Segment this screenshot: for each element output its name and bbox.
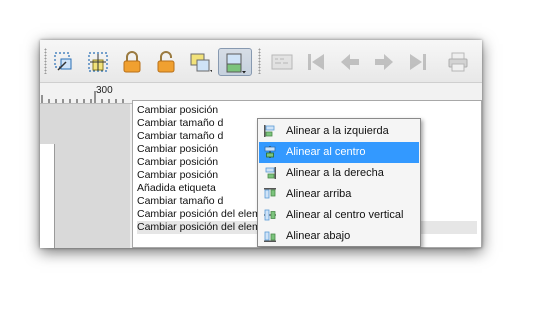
menu-item-align-top[interactable]: Alinear arriba <box>259 184 419 205</box>
align-right-icon <box>265 167 276 179</box>
first-feature-icon <box>308 54 324 70</box>
previous-feature-button[interactable] <box>336 48 364 76</box>
menu-item-label: Alinear a la derecha <box>286 167 384 179</box>
move-item-content-button[interactable] <box>84 48 112 76</box>
history-item[interactable]: Cambiar posición <box>137 104 218 117</box>
lock-button[interactable] <box>118 48 146 76</box>
align-dropdown-menu: Alinear a la izquierda Alinear al centro… <box>257 118 421 247</box>
print-icon <box>448 52 468 72</box>
menu-item-label: Alinear al centro <box>286 146 366 158</box>
next-feature-button[interactable] <box>370 48 398 76</box>
align-items-icon <box>226 53 246 74</box>
align-vcenter-icon <box>264 209 276 221</box>
history-item[interactable]: Cambiar posición <box>137 143 218 156</box>
align-bottom-icon <box>264 231 276 242</box>
next-feature-icon <box>375 54 393 70</box>
composer-window: 300 Cambiar posición Cambiar tamaño d Ca… <box>40 40 482 248</box>
history-item[interactable]: Cambiar tamaño d <box>137 117 223 130</box>
menu-item-label: Alinear arriba <box>286 188 352 200</box>
move-item-content-icon <box>88 52 108 72</box>
history-item[interactable]: Añadida etiqueta <box>137 182 216 195</box>
toolbar-separator-grip[interactable] <box>258 48 261 74</box>
toolbar <box>40 40 482 83</box>
composition-page <box>40 144 55 248</box>
align-center-icon <box>264 146 276 158</box>
menu-item-label: Alinear abajo <box>286 230 351 242</box>
align-top-icon <box>264 188 276 199</box>
menu-item-align-center[interactable]: Alinear al centro <box>259 142 419 163</box>
print-atlas-button[interactable] <box>444 48 472 76</box>
history-item[interactable]: Cambiar posición <box>137 169 218 182</box>
history-item[interactable]: Cambiar tamaño d <box>137 195 223 208</box>
menu-item-label: Alinear al centro vertical <box>286 209 404 221</box>
toolbar-grip[interactable] <box>44 48 47 74</box>
menu-item-label: Alinear a la izquierda <box>286 125 389 137</box>
atlas-preview-icon <box>271 54 293 70</box>
ruler-ticks <box>41 91 124 103</box>
history-item[interactable]: Cambiar tamaño d <box>137 130 223 143</box>
unlock-icon <box>157 51 175 73</box>
select-move-item-icon <box>54 52 72 71</box>
group-items-button[interactable] <box>186 48 214 76</box>
last-feature-button[interactable] <box>404 48 432 76</box>
menu-item-align-vcenter[interactable]: Alinear al centro vertical <box>259 205 419 226</box>
atlas-preview-button[interactable] <box>268 48 296 76</box>
select-move-item-button[interactable] <box>50 48 78 76</box>
unlock-button[interactable] <box>152 48 180 76</box>
menu-item-align-right[interactable]: Alinear a la derecha <box>259 163 419 184</box>
composition-canvas[interactable] <box>40 104 130 248</box>
group-items-icon <box>190 53 212 72</box>
last-feature-icon <box>410 54 426 70</box>
align-items-button[interactable] <box>218 48 252 76</box>
history-item[interactable]: Cambiar posición <box>137 156 218 169</box>
ruler-label: 300 <box>96 85 113 96</box>
previous-feature-icon <box>341 54 359 70</box>
align-left-icon <box>264 125 275 137</box>
menu-item-align-left[interactable]: Alinear a la izquierda <box>259 121 419 142</box>
lock-icon <box>123 51 141 73</box>
first-feature-button[interactable] <box>302 48 330 76</box>
menu-item-align-bottom[interactable]: Alinear abajo <box>259 226 419 247</box>
